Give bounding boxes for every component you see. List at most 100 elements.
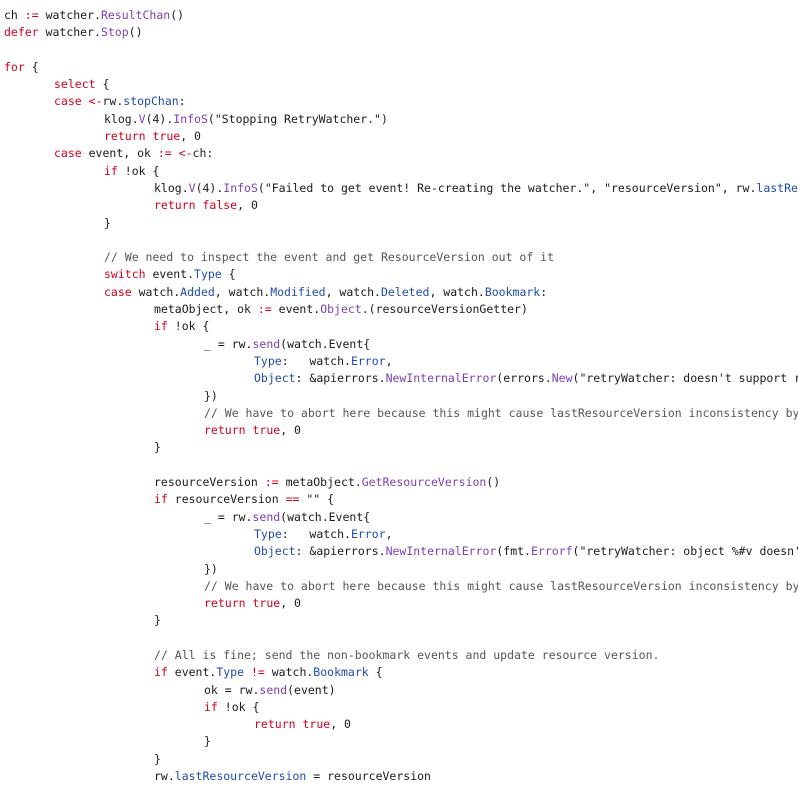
code-line: resourceVersion := metaObject.GetResourc… xyxy=(0,474,798,491)
code-editor[interactable]: ch := watcher.ResultChan() defer watcher.… xyxy=(0,0,798,806)
keyword: true xyxy=(152,129,181,144)
code-text: } xyxy=(154,440,161,455)
code-line: if resourceVersion == "" { xyxy=(0,491,798,508)
code-text: } xyxy=(154,613,161,628)
function-name: Errorf xyxy=(530,544,573,559)
field-name: Object xyxy=(254,371,296,386)
code-text: (event) xyxy=(287,682,336,697)
field-name: Type xyxy=(254,353,282,368)
code-line: return false, 0 xyxy=(0,197,798,214)
code-line: switch event.Type { xyxy=(0,266,798,283)
code-line: defer watcher.Stop() xyxy=(0,24,798,41)
keyword: return xyxy=(204,596,246,611)
code-line: rw.lastResourceVersion = resourceVersion xyxy=(0,768,798,785)
comment: // All is fine; send the non-bookmark ev… xyxy=(154,647,660,662)
keyword: := xyxy=(24,8,39,22)
code-text: , xyxy=(385,526,393,541)
code-text: , 0 xyxy=(237,198,258,213)
field-name: Added xyxy=(180,284,215,299)
code-text: !ok { xyxy=(117,163,160,178)
code-line: // We have to abort here because this mi… xyxy=(0,405,798,422)
code-text: !ok { xyxy=(217,699,260,714)
field-name: Bookmark xyxy=(313,665,369,680)
code-line: } xyxy=(0,215,798,232)
keyword: select xyxy=(54,77,96,92)
code-line: ok = rw.send(event) xyxy=(0,682,798,699)
code-line: // All is fine; send the non-bookmark ev… xyxy=(0,647,798,664)
code-line: klog.V(4).InfoS("Stopping RetryWatcher."… xyxy=(0,111,798,128)
code-line: return true, 0 xyxy=(0,422,798,439)
field-name: Error xyxy=(350,353,386,368)
code-line: if !ok { xyxy=(0,163,798,180)
code-line: klog.V(4).InfoS("Failed to get event! Re… xyxy=(0,180,798,197)
field-name: Type xyxy=(194,267,222,282)
code-line: } xyxy=(0,612,798,629)
code-text: , 0 xyxy=(330,717,351,732)
keyword: for xyxy=(4,59,25,74)
code-text: , watch. xyxy=(429,284,485,299)
code-line: _ = rw.send(watch.Event{ xyxy=(0,336,798,353)
code-text: { xyxy=(95,77,110,92)
code-line: if !ok { xyxy=(0,318,798,335)
code-text: { xyxy=(24,59,39,74)
code-line: } xyxy=(0,439,798,456)
code-text: : &apierrors. xyxy=(295,371,386,386)
code-text: resourceVersion xyxy=(167,492,286,507)
keyword: <- xyxy=(178,146,193,161)
code-text: : &apierrors. xyxy=(295,544,386,559)
code-line: Type: watch.Error, xyxy=(0,526,798,543)
code-text: event. xyxy=(167,665,217,680)
code-text: ("retryWatcher: doesn't support resource… xyxy=(572,371,798,386)
code-text: } xyxy=(154,751,161,766)
code-line: Object: &apierrors.NewInternalError(fmt.… xyxy=(0,543,798,560)
code-line: if !ok { xyxy=(0,699,798,716)
keyword: case xyxy=(104,284,132,299)
field-name: Object xyxy=(254,544,296,559)
code-text: event, ok xyxy=(81,146,158,161)
code-text: }) xyxy=(204,561,218,576)
code-text: : xyxy=(178,94,186,109)
code-text: "" { xyxy=(299,492,335,507)
code-text: , 0 xyxy=(280,423,301,438)
code-line: for { xyxy=(0,59,798,76)
code-text: { xyxy=(368,665,383,680)
keyword: <- xyxy=(88,94,103,109)
keyword: true xyxy=(252,596,281,611)
field-name: lastResourceVersion xyxy=(174,769,307,784)
code-text: , watch. xyxy=(325,284,381,299)
code-text: : xyxy=(540,284,548,299)
code-text: _ = rw. xyxy=(204,509,253,524)
code-text: ch: xyxy=(192,146,214,161)
code-text: watch. xyxy=(264,665,314,680)
code-text: (4). xyxy=(195,180,224,195)
comment: // We have to abort here because this mi… xyxy=(204,578,798,593)
code-text: : watch. xyxy=(281,526,351,541)
keyword: return xyxy=(104,129,146,144)
keyword: := xyxy=(257,302,272,317)
code-text: }) xyxy=(204,388,218,403)
code-text: resourceVersion xyxy=(154,475,265,490)
function-name: GetResourceVersion xyxy=(361,475,487,490)
function-name: Stop xyxy=(100,25,129,40)
code-text: _ = rw. xyxy=(204,336,253,351)
function-name: V xyxy=(138,111,146,126)
code-text: () xyxy=(170,8,185,22)
code-line: Object: &apierrors.NewInternalError(erro… xyxy=(0,370,798,387)
code-line: return true, 0 xyxy=(0,595,798,612)
function-name: send xyxy=(252,336,281,351)
code-text: ok = rw. xyxy=(204,682,260,697)
keyword: := xyxy=(264,475,279,490)
code-line: // We have to abort here because this mi… xyxy=(0,578,798,595)
keyword: case xyxy=(54,94,82,109)
keyword: case xyxy=(54,146,82,161)
function-name: Object xyxy=(320,302,362,317)
function-name: ResultChan xyxy=(100,8,171,22)
function-name: InfoS xyxy=(173,111,208,126)
code-text: metaObject, ok xyxy=(154,302,258,317)
code-text: watcher. xyxy=(38,25,101,40)
code-text: event. xyxy=(271,302,321,317)
